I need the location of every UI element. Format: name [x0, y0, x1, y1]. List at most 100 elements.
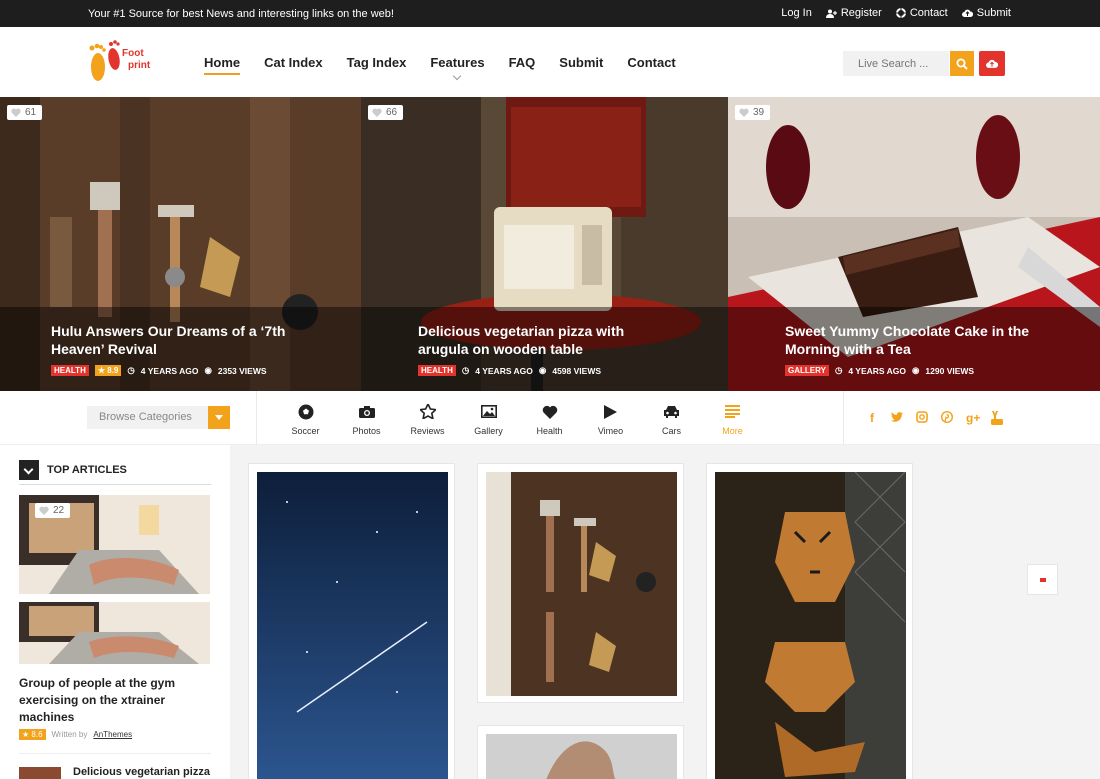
- submit-link[interactable]: Submit: [961, 7, 1011, 19]
- nav-home[interactable]: Home: [204, 27, 241, 97]
- site-tagline: Your #1 Source for best News and interes…: [88, 8, 394, 20]
- heart-icon: [11, 108, 21, 117]
- instagram-icon[interactable]: [916, 411, 928, 423]
- sidebar: TOP ARTICLES 22 Group of people at the g…: [0, 445, 230, 779]
- menu-icon: [725, 405, 740, 418]
- hero-title[interactable]: Delicious vegetarian pizza with arugula …: [418, 322, 678, 358]
- heart-icon: [39, 506, 49, 515]
- fitness-photo: [486, 734, 677, 779]
- twitter-icon[interactable]: [891, 411, 903, 423]
- rating-badge: ★ 8.9: [94, 365, 122, 376]
- post-card[interactable]: [477, 725, 684, 779]
- chevron-down-icon: [208, 406, 230, 429]
- like-count-badge[interactable]: 22: [35, 503, 71, 518]
- article-thumbnail[interactable]: 22: [19, 495, 210, 594]
- logo-text-line1: Foot: [122, 48, 144, 59]
- post-card[interactable]: [248, 463, 455, 779]
- view-count: 4598 VIEWS: [552, 365, 602, 376]
- category-more[interactable]: More: [702, 403, 763, 436]
- post-time: 4 YEARS AGO: [140, 365, 199, 376]
- category-vimeo[interactable]: Vimeo: [580, 403, 641, 436]
- hero-slide[interactable]: 66 Delicious vegetarian pizza with arugu…: [361, 97, 728, 391]
- login-link[interactable]: Log In: [781, 7, 812, 19]
- site-header: Foot print Home Cat Index Tag Index Feat…: [0, 27, 1100, 97]
- article-title[interactable]: Group of people at the gym exercising on…: [19, 675, 199, 726]
- category-bar: Browse Categories Soccer Photos Reviews …: [0, 391, 1100, 445]
- clock-icon: ◷: [461, 365, 470, 375]
- lifebuoy-icon: [895, 8, 906, 18]
- post-time: 4 YEARS AGO: [475, 365, 533, 376]
- cloud-upload-icon: [986, 59, 998, 68]
- user-plus-icon: [825, 9, 837, 18]
- image-icon: [480, 405, 497, 418]
- nav-tag-index[interactable]: Tag Index: [347, 27, 407, 97]
- camera-icon: [358, 406, 375, 418]
- rating-badge: ★ 8.6: [19, 729, 46, 740]
- article-thumbnail[interactable]: [19, 767, 61, 779]
- google-plus-icon[interactable]: g+: [966, 411, 980, 425]
- live-search-input[interactable]: [843, 51, 949, 76]
- clock-icon: ◷: [127, 365, 135, 375]
- top-links: Log In Register Contact Submit: [781, 7, 1011, 19]
- category-photos[interactable]: Photos: [336, 403, 397, 436]
- post-card[interactable]: [706, 463, 913, 779]
- pinterest-icon[interactable]: [941, 411, 953, 423]
- like-count-badge[interactable]: 61: [7, 105, 43, 120]
- upload-button[interactable]: [979, 51, 1005, 76]
- top-articles-heading: TOP ARTICLES: [19, 460, 127, 480]
- post-card[interactable]: [477, 463, 684, 703]
- category-cars[interactable]: Cars: [641, 403, 702, 436]
- hero-title[interactable]: Sweet Yummy Chocolate Cake in the Mornin…: [785, 322, 1055, 358]
- chevron-down-icon[interactable]: [19, 460, 39, 480]
- eye-icon: ◉: [204, 365, 212, 375]
- author-link[interactable]: AnThemes: [93, 730, 132, 739]
- search-icon: [956, 58, 968, 70]
- contact-link[interactable]: Contact: [895, 7, 948, 19]
- category-badge[interactable]: HEALTH: [418, 365, 456, 376]
- clock-icon: ◷: [834, 365, 843, 375]
- nav-contact[interactable]: Contact: [627, 27, 675, 97]
- heart-icon: [542, 405, 557, 419]
- article-thumbnail[interactable]: [19, 602, 210, 664]
- hero-title[interactable]: Hulu Answers Our Dreams of a ‘7th Heaven…: [51, 322, 311, 358]
- like-count-badge[interactable]: 66: [368, 105, 404, 120]
- like-count-badge[interactable]: 39: [735, 105, 771, 120]
- scroll-button[interactable]: [1027, 564, 1058, 595]
- heart-icon: [372, 108, 382, 117]
- category-soccer[interactable]: Soccer: [275, 403, 336, 436]
- soccer-ball-icon: [298, 404, 313, 419]
- laptop-typing-photo: [19, 602, 210, 664]
- nav-submit[interactable]: Submit: [559, 27, 603, 97]
- category-gallery[interactable]: Gallery: [458, 403, 519, 436]
- star-icon: [419, 404, 436, 419]
- search-button[interactable]: [950, 51, 974, 76]
- cloud-upload-icon: [961, 9, 973, 17]
- play-icon: [604, 404, 617, 419]
- main-nav: Home Cat Index Tag Index Features FAQ Su…: [204, 27, 676, 97]
- category-health[interactable]: Health: [519, 403, 580, 436]
- social-links: f g+: [866, 411, 1003, 425]
- nav-faq[interactable]: FAQ: [509, 27, 536, 97]
- register-link[interactable]: Register: [825, 7, 882, 19]
- category-badge[interactable]: GALLERY: [785, 365, 829, 376]
- heart-icon: [739, 108, 749, 117]
- car-icon: [664, 406, 679, 418]
- hero-slide[interactable]: 61 Hulu Answers Our Dreams of a ‘7th Hea…: [0, 97, 361, 391]
- browse-categories-dropdown[interactable]: Browse Categories: [87, 406, 230, 429]
- hero-slide[interactable]: 39 Sweet Yummy Chocolate Cake in the Mor…: [728, 97, 1100, 391]
- youtube-icon[interactable]: [991, 411, 1003, 425]
- logo-text-line2: print: [128, 60, 151, 71]
- view-count: 1290 VIEWS: [925, 365, 975, 376]
- top-bar: Your #1 Source for best News and interes…: [0, 0, 1100, 27]
- nav-cat-index[interactable]: Cat Index: [264, 27, 323, 97]
- tools-photo: [486, 472, 677, 696]
- eye-icon: ◉: [538, 365, 547, 375]
- article-title[interactable]: Delicious vegetarian pizza: [73, 766, 210, 778]
- post-time: 4 YEARS AGO: [848, 365, 906, 376]
- night-sky-photo: [257, 472, 448, 779]
- facebook-icon[interactable]: f: [866, 411, 878, 425]
- category-reviews[interactable]: Reviews: [397, 403, 458, 436]
- category-badge[interactable]: HEALTH: [51, 365, 89, 376]
- nav-features[interactable]: Features: [430, 27, 485, 97]
- footprint-logo[interactable]: Foot print: [86, 35, 156, 89]
